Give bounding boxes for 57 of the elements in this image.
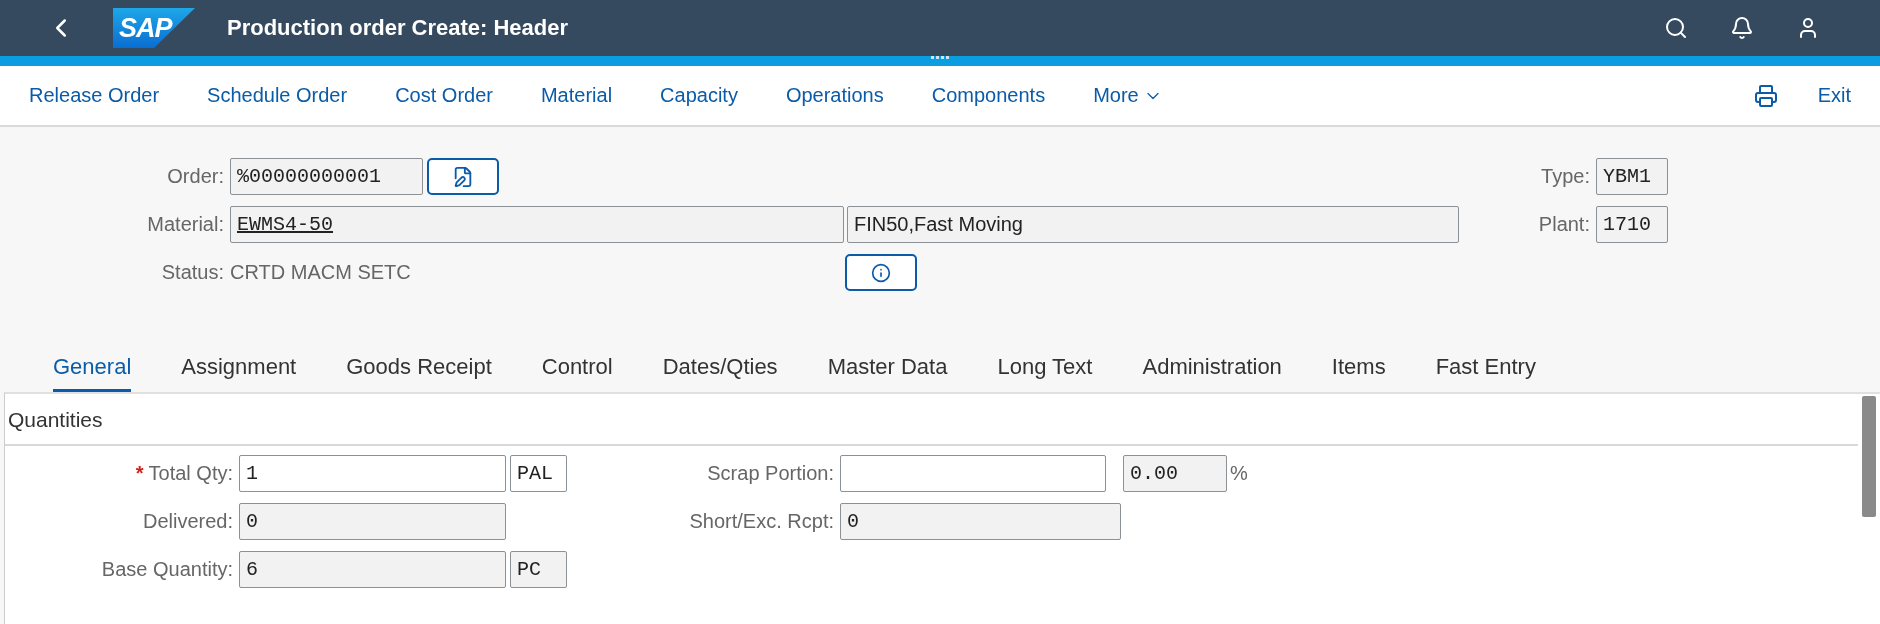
tab[interactable]: Fast Entry [1435, 354, 1536, 392]
logo: SAP [113, 8, 195, 48]
field-label: Total Qty: [148, 462, 233, 485]
tab[interactable]: Goods Receipt [346, 354, 492, 392]
plant-field[interactable]: 1710 [1596, 206, 1668, 243]
description-field[interactable]: FIN50,Fast Moving [847, 206, 1459, 243]
tab[interactable]: Dates/Qties [662, 354, 778, 392]
toolbar-button[interactable]: Release Order [29, 84, 160, 107]
tab[interactable]: Long Text [997, 354, 1093, 392]
field-label: Delivered: [142, 510, 233, 533]
grip-icon[interactable] [930, 56, 950, 60]
toolbar-button[interactable]: Cost Order [395, 84, 493, 107]
input-field[interactable]: 6 [239, 551, 506, 588]
required-asterisk: * [135, 462, 144, 485]
edit-button[interactable] [427, 158, 499, 195]
field-label: Order: [166, 165, 225, 188]
field-label: Type: [1540, 165, 1591, 188]
input-field[interactable]: 1 [239, 455, 506, 492]
info-icon [871, 262, 891, 283]
more-menu-button[interactable]: More [1093, 84, 1163, 107]
edit-document-icon [452, 165, 474, 188]
tab[interactable]: Control [541, 354, 613, 392]
exit-button[interactable]: Exit [1817, 84, 1851, 107]
tab[interactable]: Master Data [827, 354, 948, 392]
order-field[interactable]: %00000000001 [230, 158, 423, 195]
scrollbar[interactable] [1858, 392, 1880, 624]
toolbar-button[interactable]: Material [540, 84, 613, 107]
bell-icon[interactable] [1730, 16, 1754, 40]
field-label: Short/Exc. Rcpt: [689, 510, 834, 533]
field-label: Scrap Portion: [707, 462, 834, 485]
scrollbar-thumb[interactable] [1862, 396, 1876, 517]
tab[interactable]: Administration [1142, 354, 1282, 392]
percent-sign: % [1230, 462, 1248, 485]
tab[interactable]: Items [1331, 354, 1386, 392]
field-label: Base Quantity: [101, 558, 233, 581]
toolbar-button[interactable]: Operations [785, 84, 884, 107]
print-icon[interactable] [1753, 83, 1778, 108]
unit-field[interactable]: PAL [510, 455, 567, 492]
search-icon[interactable] [1664, 16, 1688, 40]
type-field[interactable]: YBM1 [1596, 158, 1668, 195]
field-label: Status: [160, 261, 225, 284]
field-label: Material: [146, 213, 225, 236]
toolbar-button[interactable]: Components [931, 84, 1046, 107]
field-label: Plant: [1537, 213, 1591, 236]
section-title: Quantities [5, 394, 1858, 446]
toolbar-button[interactable]: Schedule Order [207, 84, 348, 107]
input-field[interactable] [840, 455, 1106, 492]
percent-field[interactable]: 0.00 [1123, 455, 1227, 492]
input-field[interactable]: 0 [840, 503, 1121, 540]
toolbar-button[interactable]: Capacity [660, 84, 738, 107]
input-field[interactable]: 0 [239, 503, 506, 540]
unit-field[interactable]: PC [510, 551, 567, 588]
status-value: CRTD MACM SETC [230, 261, 412, 284]
tab[interactable]: Assignment [181, 354, 297, 392]
info-button[interactable] [845, 254, 917, 291]
window-title: Production order Create: Header [227, 15, 570, 41]
material-field[interactable]: EWMS4-50 [230, 206, 844, 243]
